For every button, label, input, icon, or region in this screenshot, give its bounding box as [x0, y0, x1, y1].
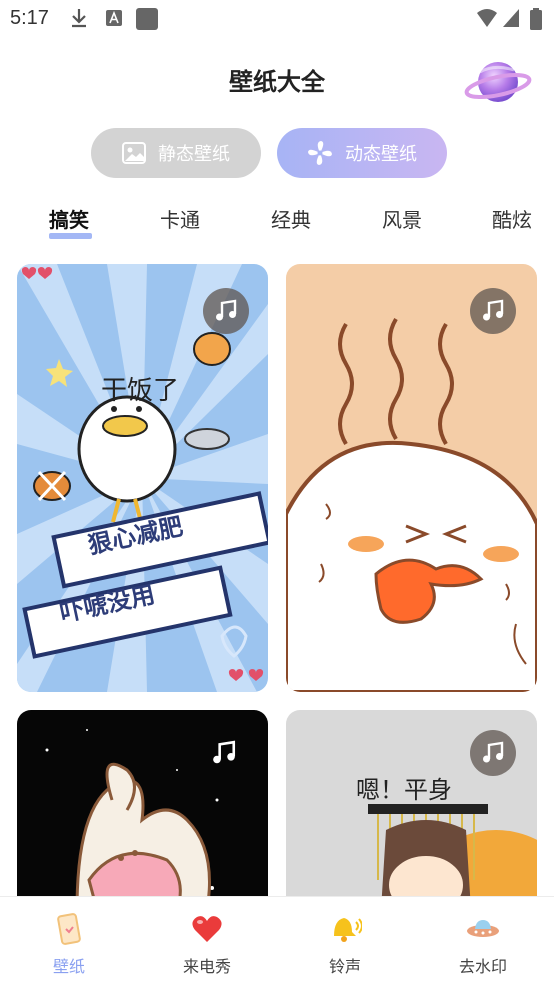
download-icon — [72, 9, 86, 28]
music-badge[interactable] — [470, 288, 516, 334]
tab-scenery[interactable]: 风景 — [382, 204, 422, 233]
battery-icon — [530, 8, 542, 30]
status-time: 5:17 — [10, 7, 49, 29]
font-app-icon — [106, 10, 122, 26]
bottom-nav: 壁纸 来电秀 铃声 去水印 — [0, 896, 554, 984]
app-notification-icon — [136, 8, 158, 30]
tab-cool[interactable]: 酷炫 — [492, 204, 532, 233]
overlay-text-eating: 干饭了 — [101, 376, 180, 406]
tab-classic[interactable]: 经典 — [271, 204, 311, 233]
dynamic-wallpaper-button[interactable]: 动态壁纸 — [277, 128, 447, 178]
tab-funny[interactable]: 搞笑 — [49, 204, 89, 233]
wallpaper-icon — [52, 913, 86, 945]
music-badge[interactable] — [470, 730, 516, 776]
wallpaper-card[interactable]: 嗯！平身 — [286, 710, 537, 910]
nav-label-ringtone: 铃声 — [328, 957, 361, 976]
wallpaper-card[interactable] — [17, 710, 268, 910]
wallpaper-card[interactable] — [286, 264, 537, 692]
nav-label-wallpaper: 壁纸 — [52, 957, 85, 976]
overlay-text-rise: 嗯！平身 — [356, 776, 452, 804]
music-note-icon — [483, 299, 504, 321]
music-badge[interactable] — [203, 288, 249, 334]
music-note-icon — [216, 299, 237, 321]
tab-cartoon[interactable]: 卡通 — [160, 204, 200, 233]
dynamic-wallpaper-label: 动态壁纸 — [345, 144, 417, 165]
planet-icon[interactable] — [464, 54, 532, 110]
ufo-icon — [466, 913, 500, 945]
music-badge[interactable] — [201, 730, 247, 776]
nav-item-call-show[interactable]: 来电秀 — [138, 897, 276, 984]
header: 壁纸大全 — [0, 50, 554, 110]
nav-item-ringtone[interactable]: 铃声 — [276, 897, 414, 984]
nav-item-wallpaper[interactable]: 壁纸 — [0, 897, 138, 984]
tab-active-indicator — [49, 233, 92, 239]
wallpaper-card[interactable]: 干饭了 狠心减肥 吓唬没用 — [17, 264, 268, 692]
heart-icon — [190, 913, 224, 945]
music-note-icon — [213, 740, 236, 764]
music-note-icon — [483, 741, 504, 763]
signal-icon — [503, 9, 519, 27]
nav-label-remove-watermark: 去水印 — [458, 957, 507, 976]
bell-icon — [328, 913, 362, 945]
image-icon — [122, 142, 146, 164]
pinwheel-icon — [308, 141, 332, 165]
nav-label-call-show: 来电秀 — [182, 957, 231, 976]
static-wallpaper-label: 静态壁纸 — [158, 144, 230, 165]
wifi-icon — [477, 9, 497, 27]
nav-item-remove-watermark[interactable]: 去水印 — [414, 897, 552, 984]
static-wallpaper-button[interactable]: 静态壁纸 — [91, 128, 261, 178]
status-bar: 5:17 — [0, 0, 554, 38]
